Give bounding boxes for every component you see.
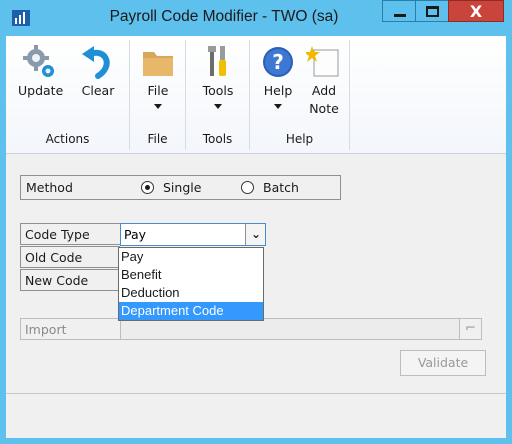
import-browse-button[interactable]: ⌐ — [459, 319, 481, 339]
minimize-button[interactable] — [382, 0, 416, 22]
add-label: Add — [311, 83, 337, 98]
maximize-icon — [426, 6, 439, 17]
help-icon: ? — [263, 47, 293, 77]
code-type-dropdown-button[interactable]: ⌄ — [245, 224, 265, 245]
actions-group-label: Actions — [45, 132, 90, 146]
title-bar[interactable]: Payroll Code Modifier - TWO (sa) X — [0, 0, 512, 36]
update-label: Update — [18, 83, 64, 98]
status-bar-divider — [6, 393, 506, 394]
code-type-options-list: Pay Benefit Deduction Department Code — [118, 247, 264, 321]
option-pay[interactable]: Pay — [119, 248, 263, 266]
single-label: Single — [163, 180, 202, 195]
help-label: Help — [263, 83, 293, 98]
new-code-label: New Code — [25, 273, 89, 288]
client-area: Update Clear Actions File File Tools Too… — [6, 36, 506, 438]
add-note-button[interactable]: Add Note — [304, 44, 344, 118]
update-button[interactable]: Update — [18, 44, 64, 100]
note-label: Note — [309, 101, 339, 116]
code-type-label: Code Type — [25, 227, 90, 242]
ribbon-group-tools: Tools Tools — [186, 40, 250, 150]
file-button[interactable]: File — [138, 44, 178, 109]
import-row: Import ⌐ — [20, 318, 482, 340]
batch-radio[interactable] — [241, 181, 254, 194]
file-dropdown-arrow-icon — [154, 104, 162, 109]
gears-icon — [23, 45, 54, 77]
help-group-label: Help — [285, 132, 314, 146]
add-note-label: Add Note — [309, 83, 339, 116]
code-type-row: Code Type — [20, 223, 120, 245]
tools-dropdown-arrow-icon — [214, 104, 222, 109]
file-group-label: File — [147, 132, 168, 146]
option-benefit[interactable]: Benefit — [119, 266, 263, 284]
minimize-icon — [394, 14, 406, 17]
batch-label: Batch — [263, 180, 299, 195]
clear-label: Clear — [81, 83, 115, 98]
clear-button[interactable]: Clear — [78, 44, 118, 100]
tools-group-label: Tools — [202, 132, 233, 146]
validate-button[interactable]: Validate — [400, 350, 486, 376]
old-code-row: Old Code — [20, 246, 120, 268]
folder-icon — [143, 52, 173, 76]
tools-button[interactable]: Tools — [196, 44, 240, 109]
window: Payroll Code Modifier - TWO (sa) X Updat… — [0, 0, 512, 444]
help-button[interactable]: ? Help — [258, 44, 298, 109]
close-icon: X — [469, 2, 483, 21]
tools-icon — [208, 46, 226, 76]
import-field[interactable] — [120, 319, 461, 339]
browse-folder-icon: ⌐ — [465, 321, 476, 336]
form-content: Method Single Batch Code Type Old Code N… — [6, 155, 506, 438]
svg-text:?: ? — [272, 50, 284, 74]
ribbon-group-file: File File — [130, 40, 186, 150]
note-icon — [306, 46, 339, 77]
maximize-button[interactable] — [415, 0, 449, 22]
import-label: Import — [25, 322, 67, 337]
tools-label: Tools — [202, 83, 234, 98]
ribbon-group-help: ? Help Add Note Help — [250, 40, 350, 150]
code-type-value: Pay — [124, 227, 147, 242]
new-code-row: New Code — [20, 269, 120, 291]
ribbon-group-actions: Update Clear Actions — [6, 40, 130, 150]
chevron-down-icon: ⌄ — [251, 227, 262, 241]
help-dropdown-arrow-icon — [274, 104, 282, 109]
option-deduction[interactable]: Deduction — [119, 284, 263, 302]
undo-arrow-icon — [82, 46, 110, 79]
single-radio[interactable] — [141, 181, 154, 194]
method-label: Method — [26, 180, 73, 195]
file-label: File — [147, 83, 169, 98]
old-code-label: Old Code — [25, 250, 83, 265]
close-button[interactable]: X — [448, 0, 504, 22]
method-group: Method Single Batch — [20, 175, 341, 200]
option-department-code[interactable]: Department Code — [119, 302, 263, 320]
ribbon: Update Clear Actions File File Tools Too… — [6, 36, 506, 154]
code-type-select[interactable]: Pay ⌄ — [120, 223, 266, 246]
